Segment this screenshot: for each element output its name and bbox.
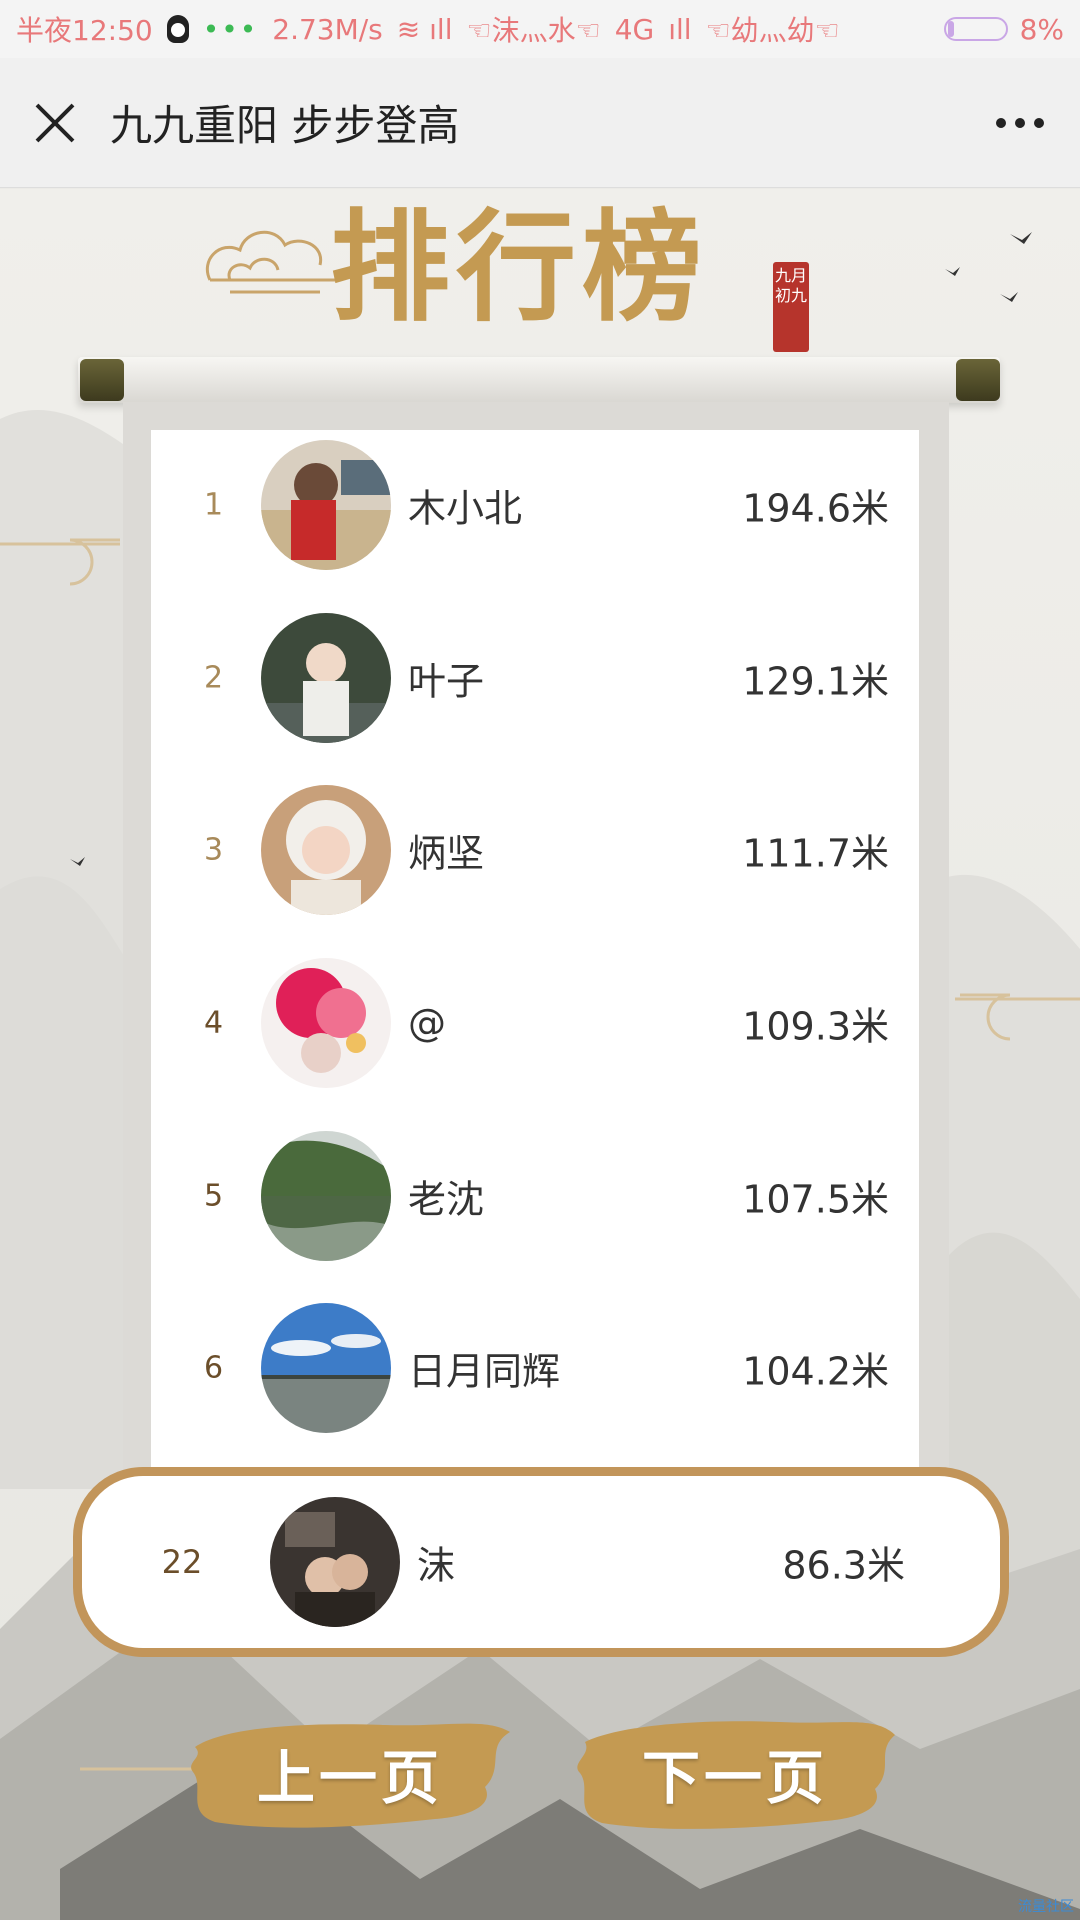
leaderboard-headline: 排行榜 — [330, 197, 708, 338]
rank-number: 2 — [203, 660, 224, 696]
next-page-label: 下一页 — [641, 1744, 828, 1812]
signal-bars-icon: ıll — [668, 12, 692, 46]
user-name: 木小北 — [408, 486, 523, 531]
close-button[interactable] — [0, 58, 110, 188]
next-page-button[interactable]: 下一页 — [570, 1707, 900, 1839]
previous-page-label: 上一页 — [256, 1744, 443, 1812]
page-title: 九九重阳 步步登高 — [110, 101, 460, 150]
user-name: @ — [408, 1001, 446, 1045]
ranking-row[interactable]: 3 炳坚 111.7米 — [151, 780, 919, 920]
rank-number: 4 — [203, 1005, 224, 1041]
user-name: 老沈 — [408, 1177, 485, 1222]
user-name: 炳坚 — [408, 831, 485, 876]
network-speed: 2.73M/s — [272, 12, 383, 46]
my-rank-number: 22 — [161, 1543, 203, 1581]
carrier-1: ☜沫灬水☜ — [466, 14, 601, 47]
signal-icon: ≋ ıll — [396, 12, 453, 46]
watermark: 流量社区 — [1018, 1899, 1074, 1915]
status-bar: 半夜12:50 ••• 2.73M/s ≋ ıll ☜沫灬水☜ 4G ıll ☜… — [0, 0, 1080, 58]
my-avatar — [270, 1497, 400, 1627]
scroll-rod — [78, 357, 1000, 403]
avatar — [261, 613, 391, 743]
user-name: 日月同辉 — [408, 1349, 561, 1394]
my-distance: 86.3米 — [782, 1543, 905, 1588]
distance-value: 194.6米 — [742, 486, 889, 531]
my-name: 沫 — [417, 1543, 456, 1588]
more-dot-icon — [996, 117, 1006, 128]
more-dot-icon — [1034, 117, 1044, 128]
rank-number: 6 — [203, 1350, 224, 1386]
avatar — [261, 440, 391, 570]
previous-page-button[interactable]: 上一页 — [185, 1707, 515, 1839]
ranking-row[interactable]: 4 @ 109.3米 — [151, 953, 919, 1093]
distance-value: 109.3米 — [742, 1004, 889, 1049]
user-name: 叶子 — [408, 659, 485, 704]
more-menu-button[interactable] — [960, 58, 1080, 188]
cloud-decoration-icon — [205, 230, 335, 294]
avatar — [261, 1131, 391, 1261]
close-icon — [35, 103, 75, 142]
more-notifications-icon: ••• — [202, 12, 259, 46]
network-type: 4G — [614, 12, 655, 46]
avatar — [261, 785, 391, 915]
scroll-rod-cap-right — [956, 359, 1000, 401]
nav-bar: 九九重阳 步步登高 — [0, 58, 1080, 188]
distance-value: 107.5米 — [742, 1177, 889, 1222]
scroll-rod-cap-left — [80, 359, 124, 401]
carrier-2: ☜幼灬幼☜ — [705, 14, 840, 47]
more-dot-icon — [1015, 117, 1025, 128]
ranking-row[interactable]: 5 老沈 107.5米 — [151, 1126, 919, 1266]
ranking-row[interactable]: 1 木小北 194.6米 — [151, 435, 919, 575]
battery-icon — [943, 17, 1008, 41]
my-rank-card[interactable]: 22 沫 86.3米 — [73, 1467, 1009, 1657]
date-seal: 九月初九 — [773, 262, 809, 352]
rank-number: 5 — [203, 1178, 224, 1214]
status-time: 半夜12:50 — [16, 14, 153, 47]
distance-value: 104.2米 — [742, 1349, 889, 1394]
ranking-row[interactable]: 2 叶子 129.1米 — [151, 608, 919, 748]
rank-number: 1 — [203, 487, 224, 523]
ranking-row[interactable]: 6 日月同辉 104.2米 — [151, 1298, 919, 1438]
battery-percent: 8% — [1019, 12, 1064, 46]
avatar — [261, 1303, 391, 1433]
rank-number: 3 — [203, 832, 224, 868]
avatar — [261, 958, 391, 1088]
distance-value: 129.1米 — [742, 659, 889, 704]
qq-icon — [166, 15, 189, 43]
distance-value: 111.7米 — [742, 831, 889, 876]
